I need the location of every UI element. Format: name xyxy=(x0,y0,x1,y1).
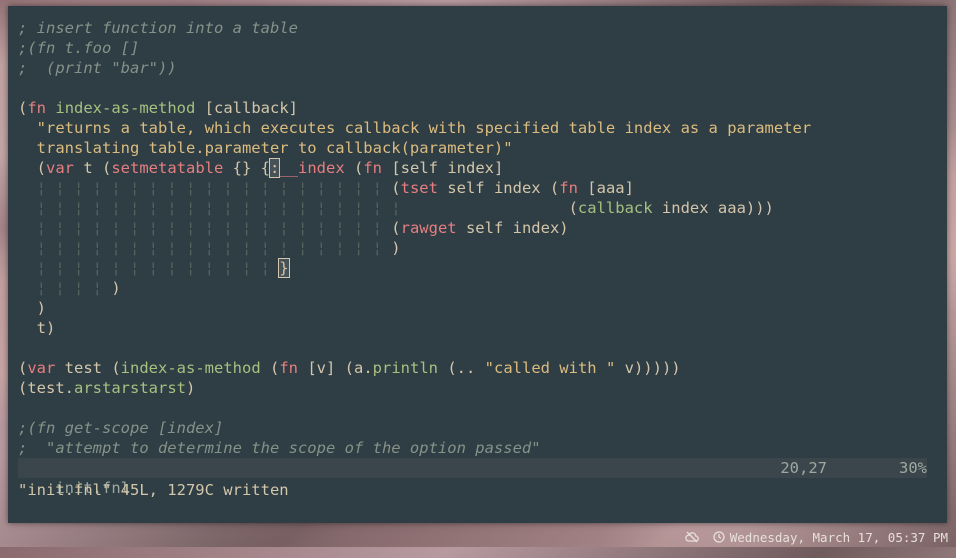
status-line: init.fnl 20,27 30% xyxy=(18,458,927,497)
code-text: ( xyxy=(391,179,401,197)
scroll-percent: 30% xyxy=(899,459,927,477)
code-line[interactable]: ¦ ¦ ¦ ¦ ) xyxy=(18,278,937,298)
function-token: callback xyxy=(577,199,653,217)
keyword-token: tset xyxy=(400,179,438,197)
string-token: "returns a table, which executes callbac… xyxy=(36,119,812,137)
comment-text: ; insert function into a table xyxy=(18,19,298,37)
indent-guides: ¦ ¦ ¦ ¦ ¦ ¦ ¦ ¦ ¦ ¦ ¦ ¦ ¦ ¦ ¦ ¦ ¦ ¦ ¦ xyxy=(18,219,392,237)
code-line[interactable] xyxy=(18,78,937,98)
indent-guides: ¦ ¦ ¦ ¦ ¦ ¦ ¦ ¦ ¦ ¦ ¦ ¦ ¦ xyxy=(18,259,280,277)
code-text: ) xyxy=(391,239,401,257)
indent-guides: ¦ ¦ ¦ ¦ xyxy=(18,279,112,297)
function-token: arstarstarst xyxy=(74,379,186,397)
indent-guides: ¦ ¦ ¦ ¦ ¦ ¦ ¦ ¦ ¦ ¦ ¦ ¦ ¦ ¦ ¦ ¦ ¦ ¦ ¦ xyxy=(18,179,392,197)
code-text: ( xyxy=(18,159,46,177)
code-text: ( xyxy=(18,99,28,117)
keyword-token: fn xyxy=(27,99,47,117)
keyword-token: rawget xyxy=(400,219,457,237)
indent-guides: ¦ ¦ ¦ ¦ ¦ ¦ ¦ ¦ ¦ ¦ ¦ ¦ ¦ ¦ ¦ ¦ ¦ ¦ ¦ xyxy=(18,239,392,257)
command-message: "init.fnl" 45L, 1279C written xyxy=(18,481,289,499)
keyword-token: __index xyxy=(279,159,345,177)
datetime-text: Wednesday, March 17, 05:37 PM xyxy=(729,529,948,545)
clock-icon xyxy=(713,531,725,543)
function-token: index-as-method xyxy=(120,359,261,377)
code-text: self index) xyxy=(456,219,569,237)
function-token: index-as-method xyxy=(55,99,196,117)
code-line[interactable]: (var t (setmetatable {} {:__index (fn [s… xyxy=(18,158,937,178)
function-token: println xyxy=(372,359,438,377)
code-line[interactable]: (test.arstarstarst) xyxy=(18,378,937,398)
cursor-match: } xyxy=(278,258,290,278)
code-text: [callback] xyxy=(195,99,298,117)
keyword-token: var xyxy=(27,359,56,377)
code-line[interactable]: ¦ ¦ ¦ ¦ ¦ ¦ ¦ ¦ ¦ ¦ ¦ ¦ ¦ ¦ ¦ ¦ ¦ ¦ ¦ (t… xyxy=(18,178,937,198)
code-text: t ( xyxy=(74,159,112,177)
terminal-window[interactable]: ; insert function into a table ;(fn t.foo… xyxy=(8,6,947,523)
code-line[interactable]: ¦ ¦ ¦ ¦ ¦ ¦ ¦ ¦ ¦ ¦ ¦ ¦ ¦ ¦ ¦ ¦ ¦ ¦ ¦ (r… xyxy=(18,218,937,238)
indent-guides: ¦ ¦ ¦ ¦ ¦ ¦ ¦ ¦ ¦ ¦ ¦ ¦ ¦ ¦ ¦ ¦ ¦ ¦ ¦ ¦ xyxy=(18,199,401,217)
code-text: ) xyxy=(185,379,196,397)
code-text: ( xyxy=(260,359,280,377)
cursor-position: 20,27 xyxy=(780,459,827,477)
cloud-off-icon[interactable] xyxy=(684,531,699,543)
code-text: self index ( xyxy=(437,179,560,197)
code-line[interactable]: ;(fn t.foo [] xyxy=(18,38,937,58)
code-line[interactable]: ¦ ¦ ¦ ¦ ¦ ¦ ¦ ¦ ¦ ¦ ¦ ¦ ¦ ¦ ¦ ¦ ¦ ¦ ¦ ¦ … xyxy=(18,198,937,218)
string-token: translating table.parameter to callback(… xyxy=(18,139,513,157)
code-text: ) xyxy=(18,299,46,317)
comment-text: ; "attempt to determine the scope of the… xyxy=(18,439,541,457)
code-line[interactable]: ; insert function into a table xyxy=(18,18,937,38)
code-text: ( xyxy=(391,219,401,237)
code-text: [self index] xyxy=(382,159,504,177)
code-line[interactable]: ; (print "bar")) xyxy=(18,58,937,78)
code-text: t) xyxy=(18,319,56,337)
comment-text: ; (print "bar")) xyxy=(18,59,177,77)
keyword-token: fn xyxy=(279,359,298,377)
code-text: (test. xyxy=(18,379,74,397)
code-line[interactable]: ¦ ¦ ¦ ¦ ¦ ¦ ¦ ¦ ¦ ¦ ¦ ¦ ¦ } xyxy=(18,258,937,278)
keyword-token: var xyxy=(46,159,74,177)
code-text: ( xyxy=(344,159,364,177)
code-line[interactable]: t) xyxy=(18,318,937,338)
code-line[interactable]: "returns a table, which executes callbac… xyxy=(18,118,937,138)
code-line[interactable]: ; "attempt to determine the scope of the… xyxy=(18,438,937,458)
code-text: {} { xyxy=(223,159,270,177)
editor-buffer[interactable]: ; insert function into a table ;(fn t.foo… xyxy=(18,18,937,458)
code-line[interactable] xyxy=(18,398,937,418)
code-text: [aaa] xyxy=(577,179,634,197)
code-text: index aaa))) xyxy=(652,199,774,217)
code-line[interactable]: translating table.parameter to callback(… xyxy=(18,138,937,158)
comment-text: ;(fn get-scope [index] xyxy=(18,419,224,437)
code-text: v))))) xyxy=(615,359,681,377)
code-line[interactable]: (var test (index-as-method (fn [v] (a.pr… xyxy=(18,358,937,378)
taskbar: Wednesday, March 17, 05:37 PM xyxy=(648,527,956,547)
code-line[interactable] xyxy=(18,338,937,358)
code-text: ( xyxy=(400,199,578,217)
cursor-match: : xyxy=(268,158,281,178)
code-line[interactable]: ) xyxy=(18,298,937,318)
keyword-token: fn xyxy=(363,159,382,177)
code-text: ) xyxy=(111,279,121,297)
string-token: "called with " xyxy=(484,359,616,377)
code-line[interactable]: ¦ ¦ ¦ ¦ ¦ ¦ ¦ ¦ ¦ ¦ ¦ ¦ ¦ ¦ ¦ ¦ ¦ ¦ ¦ ) xyxy=(18,238,937,258)
code-text: [v] (a. xyxy=(298,359,373,377)
clock-widget[interactable]: Wednesday, March 17, 05:37 PM xyxy=(713,530,948,545)
code-line[interactable]: ;(fn get-scope [index] xyxy=(18,418,937,438)
keyword-token: fn xyxy=(559,179,578,197)
code-text: (.. xyxy=(437,359,485,377)
code-line[interactable]: (fn index-as-method [callback] xyxy=(18,98,937,118)
comment-text: ;(fn t.foo [] xyxy=(18,39,140,57)
keyword-token: setmetatable xyxy=(111,159,224,177)
code-text: test ( xyxy=(55,359,121,377)
code-text: ( xyxy=(18,359,28,377)
